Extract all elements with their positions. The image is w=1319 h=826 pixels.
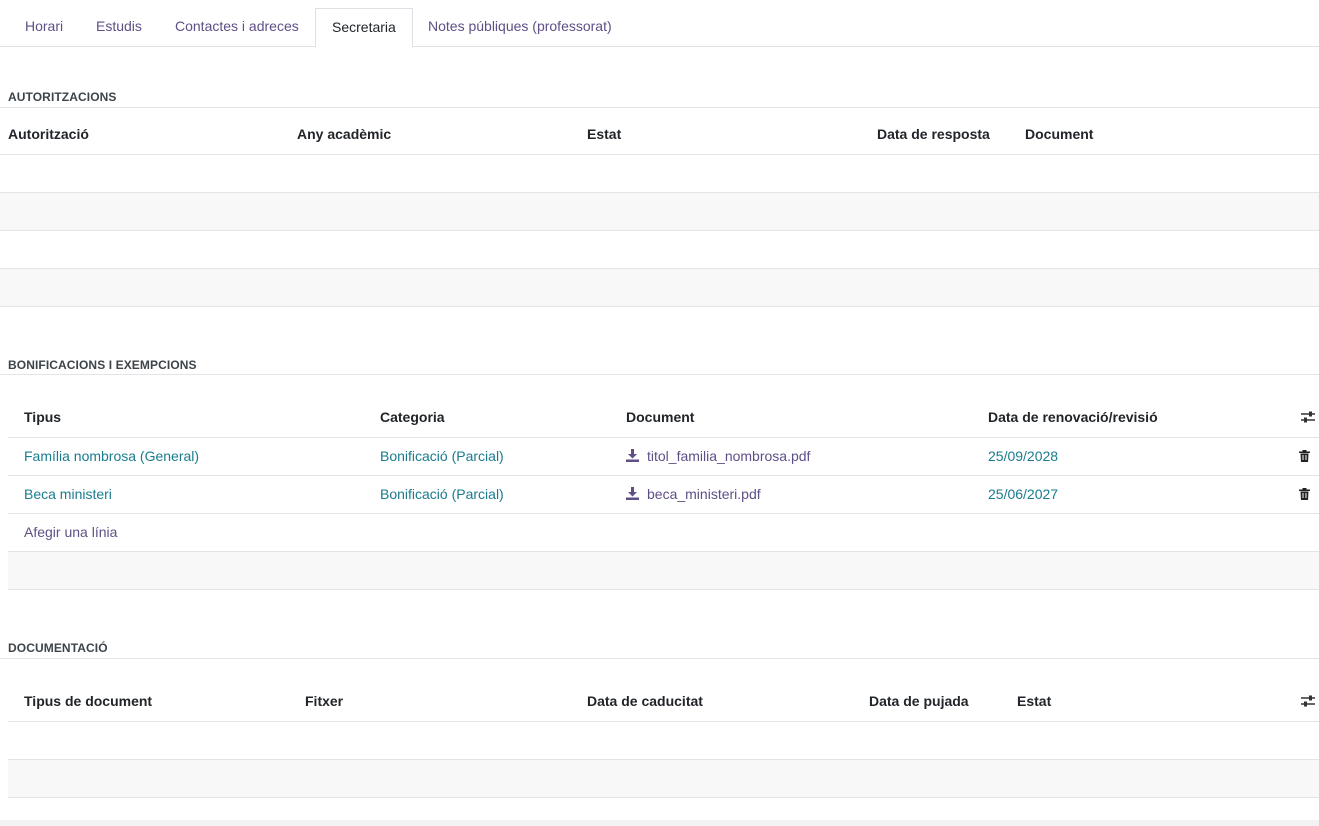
cell-tipus[interactable]: Família nombrosa (General) xyxy=(24,448,199,464)
tab-horari[interactable]: Horari xyxy=(25,8,63,47)
section-title-autoritzacions: AUTORITZACIONS xyxy=(8,90,117,104)
tab-secretaria[interactable]: Secretaria xyxy=(315,8,413,48)
sliders-icon[interactable] xyxy=(1300,694,1316,708)
column-header-tipus-document[interactable]: Tipus de document xyxy=(24,693,152,709)
divider xyxy=(0,306,1319,307)
column-header-fitxer[interactable]: Fitxer xyxy=(305,693,343,709)
column-header-document[interactable]: Document xyxy=(1025,126,1093,142)
divider xyxy=(0,658,1319,659)
column-header-estat[interactable]: Estat xyxy=(1017,693,1051,709)
column-header-tipus[interactable]: Tipus xyxy=(24,409,61,425)
divider xyxy=(8,513,1319,514)
column-header-autoritzacio[interactable]: Autorització xyxy=(8,126,89,142)
add-line-button[interactable]: Afegir una línia xyxy=(24,524,117,540)
tab-bar: Horari Estudis Contactes i adreces Secre… xyxy=(0,0,1319,48)
cell-categoria[interactable]: Bonificació (Parcial) xyxy=(380,448,504,464)
trash-icon[interactable] xyxy=(1299,488,1310,500)
column-header-categoria[interactable]: Categoria xyxy=(380,409,445,425)
divider xyxy=(8,797,1319,798)
download-icon[interactable] xyxy=(626,449,639,462)
column-header-document[interactable]: Document xyxy=(626,409,694,425)
sliders-icon[interactable] xyxy=(1300,410,1316,424)
cell-categoria[interactable]: Bonificació (Parcial) xyxy=(380,486,504,502)
column-header-data-caducitat[interactable]: Data de caducitat xyxy=(587,693,703,709)
section-title-bonificacions: BONIFICACIONS I EXEMPCIONS xyxy=(8,358,197,372)
table-row-empty xyxy=(8,760,1319,797)
divider xyxy=(0,107,1319,108)
bottom-bar xyxy=(0,820,1319,826)
divider xyxy=(0,154,1319,155)
divider xyxy=(0,374,1319,375)
column-header-data-renovacio[interactable]: Data de renovació/revisió xyxy=(988,409,1158,425)
divider xyxy=(8,589,1319,590)
table-row-empty xyxy=(0,193,1319,230)
download-icon[interactable] xyxy=(626,487,639,500)
divider xyxy=(8,721,1319,722)
column-header-data-pujada[interactable]: Data de pujada xyxy=(869,693,969,709)
cell-document-link[interactable]: titol_familia_nombrosa.pdf xyxy=(647,448,810,464)
column-header-estat[interactable]: Estat xyxy=(587,126,621,142)
table-row-empty xyxy=(0,269,1319,306)
column-header-data-resposta[interactable]: Data de resposta xyxy=(877,126,990,142)
column-header-any-academic[interactable]: Any acadèmic xyxy=(297,126,391,142)
divider xyxy=(8,437,1319,438)
cell-tipus[interactable]: Beca ministeri xyxy=(24,486,112,502)
trash-icon[interactable] xyxy=(1299,450,1310,462)
tab-estudis[interactable]: Estudis xyxy=(96,8,142,47)
section-title-documentacio: DOCUMENTACIÓ xyxy=(8,641,108,655)
cell-document-link[interactable]: beca_ministeri.pdf xyxy=(647,486,761,502)
divider xyxy=(8,475,1319,476)
cell-data-renovacio[interactable]: 25/09/2028 xyxy=(988,448,1058,464)
table-row-empty xyxy=(8,552,1319,589)
tab-contactes-adreces[interactable]: Contactes i adreces xyxy=(175,8,299,47)
tab-notes-publiques[interactable]: Notes públiques (professorat) xyxy=(428,8,612,47)
divider xyxy=(0,230,1319,231)
cell-data-renovacio[interactable]: 25/06/2027 xyxy=(988,486,1058,502)
